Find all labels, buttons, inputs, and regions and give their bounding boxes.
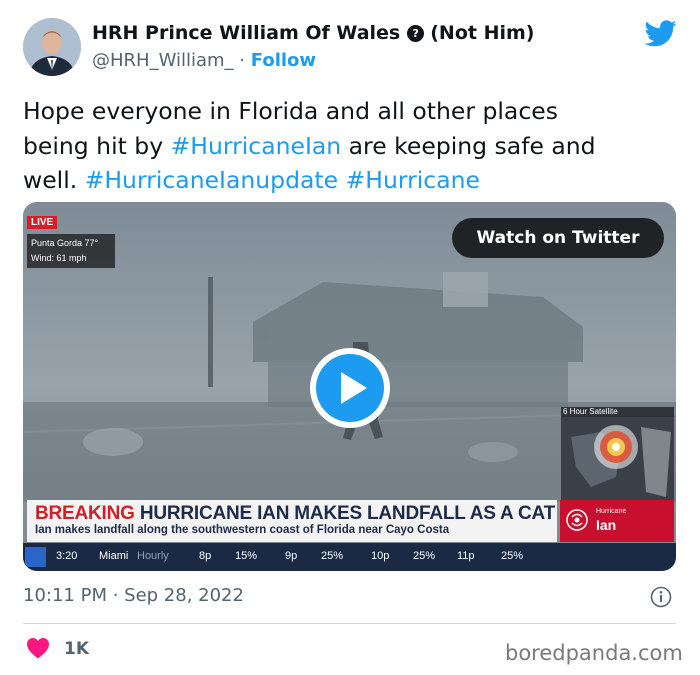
tweet-text: Hope everyone in Florida and all other p…	[23, 94, 673, 198]
ticker-pct-4: 25%	[501, 550, 524, 562]
location-text: Punta Gorda 77°	[31, 238, 99, 248]
tweet-timestamp[interactable]: 10:11 PM · Sep 28, 2022	[23, 585, 244, 606]
weather-ticker: 3:20 Miami Hourly 8p 15% 9p 25% 10p 25% …	[23, 543, 676, 571]
heart-icon[interactable]	[26, 637, 50, 659]
ticker-mode: Hourly	[137, 550, 169, 562]
follow-button[interactable]: Follow	[251, 50, 316, 71]
author-handle[interactable]: @HRH_William_	[92, 50, 234, 71]
ticker-pct-1: 15%	[235, 550, 258, 562]
radar-map-icon	[561, 417, 674, 504]
ticker-hour-2: 9p	[285, 550, 298, 562]
satellite-map: 6 Hour Satellite	[561, 407, 674, 504]
headline-text: HURRICANE IAN MAKES LANDFALL AS A CAT 4	[134, 503, 571, 524]
satellite-label: 6 Hour Satellite	[563, 407, 618, 416]
display-name: HRH Prince William Of Wales	[92, 22, 401, 44]
ticker-pct-2: 25%	[321, 550, 344, 562]
live-badge: LIVE	[27, 216, 58, 229]
tweet-line-2: being hit by #HurricaneIan are keeping s…	[23, 131, 596, 160]
separator: ·	[239, 50, 246, 71]
storm-box: Hurricane Ian	[560, 500, 674, 542]
weather-channel-logo	[25, 547, 46, 567]
parody-note: (Not Him)	[430, 22, 535, 44]
weather-box: Punta Gorda 77° Wind: 61 mph	[27, 234, 115, 268]
avatar[interactable]	[23, 18, 81, 76]
ticker-pct-3: 25%	[413, 550, 436, 562]
tweet-line-3: well. #HurricaneIanupdate #Hurricane	[23, 166, 480, 194]
verified-icon: ?	[407, 24, 425, 42]
twitter-bird-icon[interactable]	[645, 20, 677, 47]
divider	[23, 623, 676, 624]
handle-row: @HRH_William_ · Follow	[92, 50, 316, 71]
play-icon[interactable]	[308, 346, 392, 430]
storm-name: Ian	[596, 517, 617, 533]
watch-on-twitter-button[interactable]: Watch on Twitter	[452, 218, 664, 258]
ticker-hour-1: 8p	[199, 550, 212, 562]
hashtag-hurricaneian[interactable]: #HurricaneIan	[171, 132, 342, 160]
hashtag-hurricane[interactable]: #Hurricane	[346, 166, 480, 194]
info-icon[interactable]	[650, 586, 672, 608]
author-name[interactable]: HRH Prince William Of Wales ? (Not Him)	[92, 22, 534, 44]
hurricane-icon	[566, 509, 588, 531]
subline: Ian makes landfall along the southwester…	[35, 524, 450, 536]
breaking-banner: BREAKING HURRICANE IAN MAKES LANDFALL AS…	[27, 500, 571, 542]
watermark: boredpanda.com	[505, 641, 683, 665]
breaking-label: BREAKING	[35, 503, 135, 524]
video-player[interactable]: LIVE Punta Gorda 77° Wind: 61 mph Watch …	[23, 202, 676, 571]
ticker-time: 3:20	[56, 550, 78, 562]
headline: BREAKING HURRICANE IAN MAKES LANDFALL AS…	[35, 503, 571, 525]
ticker-hour-3: 10p	[371, 550, 390, 562]
ticker-city: Miami	[99, 550, 129, 562]
like-count[interactable]: 1K	[64, 639, 89, 659]
ticker-hour-4: 11p	[457, 550, 475, 562]
hashtag-hurricaneianupdate[interactable]: #HurricaneIanupdate	[85, 166, 338, 194]
tweet-line-1: Hope everyone in Florida and all other p…	[23, 97, 558, 125]
wind-text: Wind: 61 mph	[31, 253, 87, 263]
storm-label: Hurricane	[596, 508, 627, 515]
